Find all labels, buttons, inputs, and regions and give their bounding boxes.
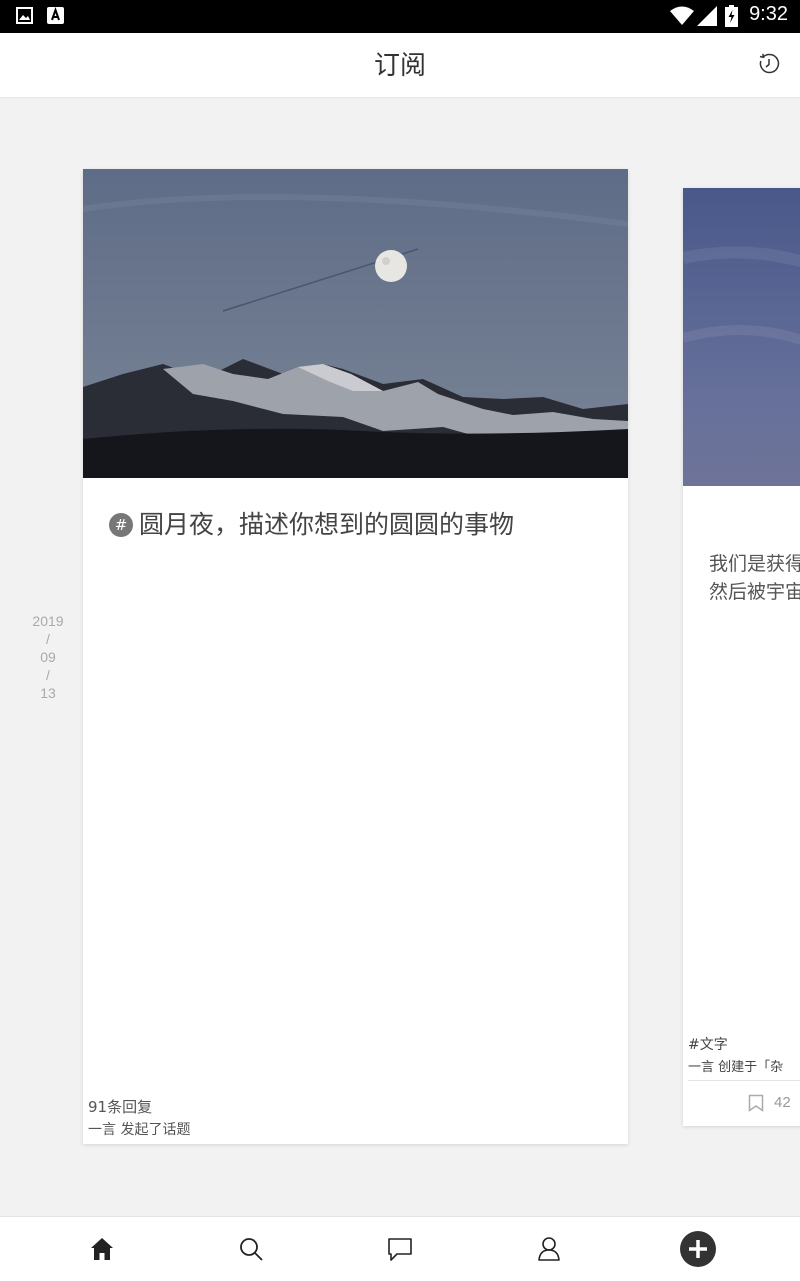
search-icon[interactable] — [237, 1235, 265, 1263]
date-month: 09 — [40, 649, 56, 665]
add-icon[interactable] — [680, 1231, 716, 1267]
hashtag-icon: # — [109, 513, 133, 537]
date-separator: / — [46, 631, 50, 647]
topic-image — [83, 169, 628, 478]
bottom-nav — [0, 1216, 800, 1281]
next-card[interactable]: 我们是获得 然后被宇宙 #文字 一言 创建于「杂 42 — [683, 188, 800, 1126]
status-time: 9:32 — [749, 3, 788, 25]
date-day: 13 — [40, 685, 56, 701]
next-card-tag[interactable]: #文字 — [688, 1034, 728, 1054]
next-card-text: 我们是获得 然后被宇宙 — [709, 550, 800, 606]
bookmark-count: 42 — [774, 1094, 791, 1111]
topic-card[interactable]: # 圆月夜，描述你想到的圆圆的事物 91条回复 一言 发起了话题 — [83, 169, 628, 1144]
page-title: 订阅 — [373, 51, 426, 81]
wifi-icon — [670, 6, 694, 25]
battery-icon — [725, 5, 738, 27]
signal-icon — [697, 6, 717, 26]
status-bar: 9:32 — [0, 0, 800, 33]
chat-icon[interactable] — [386, 1235, 414, 1263]
topic-title: 圆月夜，描述你想到的圆圆的事物 — [139, 510, 515, 539]
date-year: 2019 — [32, 613, 64, 629]
next-card-image — [683, 188, 800, 486]
history-icon[interactable] — [758, 53, 780, 75]
date-separator: / — [46, 667, 50, 683]
next-card-line-1: 我们是获得 — [709, 553, 800, 575]
app-icon — [47, 7, 64, 24]
app-bar: 订阅 — [0, 33, 800, 98]
image-icon — [16, 7, 33, 24]
next-card-meta: 一言 创建于「杂 — [688, 1060, 784, 1075]
date-label: 2019 / 09 / 13 — [25, 612, 71, 702]
topic-creator: 一言 发起了话题 — [88, 1122, 191, 1138]
home-icon[interactable] — [88, 1235, 116, 1263]
topic-title-line[interactable]: # 圆月夜，描述你想到的圆圆的事物 — [109, 505, 514, 541]
next-card-line-2: 然后被宇宙 — [709, 581, 800, 603]
reply-count: 91条回复 — [88, 1098, 153, 1116]
bookmark-icon[interactable] — [748, 1094, 764, 1112]
divider — [688, 1080, 800, 1081]
user-icon[interactable] — [535, 1235, 563, 1263]
